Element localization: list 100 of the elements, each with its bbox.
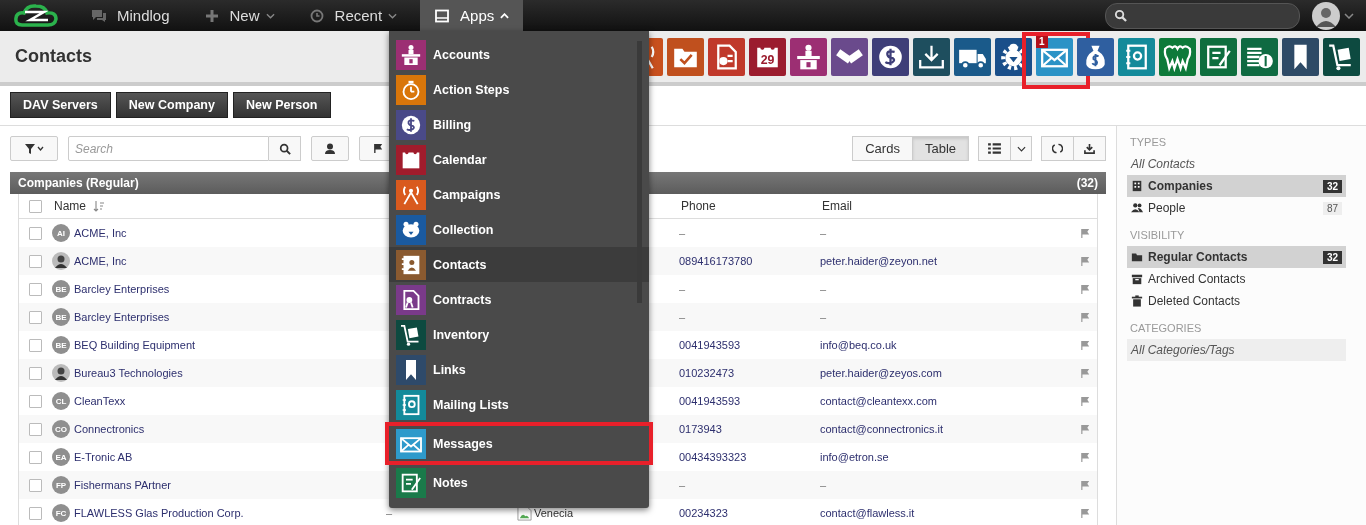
nav-item[interactable]: Mindlog — [80, 0, 181, 31]
folder-icon[interactable] — [667, 37, 704, 76]
sidebar-item[interactable]: All Categories/Tags — [1127, 339, 1346, 361]
nav-item[interactable]: Recent — [297, 0, 409, 31]
company-link[interactable]: FLAWLESS Glas Production Corp. — [74, 507, 244, 519]
flag-icon[interactable] — [1080, 423, 1091, 435]
column-header[interactable]: Email — [822, 199, 1065, 213]
menu-item[interactable]: Mailing Lists — [389, 387, 649, 422]
checkbox[interactable] — [29, 394, 42, 408]
dropdown-button[interactable] — [1010, 136, 1032, 161]
menu-item[interactable]: Accounts — [389, 37, 649, 72]
checkbox[interactable] — [29, 226, 42, 240]
action-button[interactable]: DAV Servers — [10, 92, 111, 118]
menu-item[interactable]: Action Steps — [389, 72, 649, 107]
company-link[interactable]: Fishermans PArtner — [74, 479, 171, 491]
initials-avatar: BE — [52, 308, 70, 326]
sidebar-item[interactable]: People 87 — [1127, 197, 1346, 219]
cart-icon[interactable] — [1323, 37, 1360, 76]
flag-icon[interactable] — [1080, 507, 1091, 519]
column-header[interactable]: Phone — [681, 199, 822, 213]
sidebar-item[interactable]: Archived Contacts — [1127, 268, 1346, 290]
column-header[interactable]: Name — [52, 199, 388, 213]
money-bag-icon[interactable] — [1077, 37, 1114, 76]
flag-icon[interactable] — [1080, 255, 1091, 267]
checkbox[interactable] — [29, 506, 42, 520]
menu-item[interactable]: Billing — [389, 107, 649, 142]
checkbox[interactable] — [29, 338, 42, 352]
bookmark-icon[interactable] — [1282, 37, 1319, 76]
table-cell-text: contact@flawless.it — [820, 507, 916, 519]
document-icon[interactable] — [708, 37, 745, 76]
checkbox[interactable] — [29, 199, 42, 213]
menu-item[interactable]: Collection — [389, 212, 649, 247]
checkbox[interactable] — [29, 478, 42, 492]
company-link[interactable]: BEQ Building Equipment — [74, 339, 196, 351]
caret-icon[interactable] — [1344, 12, 1354, 19]
flag-icon[interactable] — [1080, 479, 1091, 491]
view-tab[interactable]: Table — [911, 136, 969, 161]
company-link[interactable]: ACME, Inc — [74, 255, 127, 267]
company-link[interactable]: CleanTexx — [74, 395, 126, 407]
sidebar-item[interactable]: All Contacts — [1127, 153, 1346, 175]
coin-icon[interactable] — [872, 37, 909, 76]
logo-icon[interactable] — [14, 2, 58, 29]
table-count: (32) — [1076, 176, 1098, 190]
checkbox[interactable] — [29, 422, 42, 436]
company-link[interactable]: Barcley Enterprises — [74, 283, 170, 295]
action-button[interactable]: New Person — [232, 92, 331, 118]
flag-icon[interactable] — [1080, 395, 1091, 407]
search-button[interactable] — [269, 136, 301, 161]
coins-icon[interactable] — [1241, 37, 1278, 76]
nav-item[interactable]: New — [192, 0, 286, 31]
download-icon[interactable] — [913, 37, 950, 76]
calendar-icon[interactable]: 29 — [749, 37, 786, 76]
checkbox[interactable] — [29, 310, 42, 324]
action-button[interactable]: New Company — [115, 92, 228, 118]
flag-icon[interactable] — [1080, 311, 1091, 323]
company-link[interactable]: Connectronics — [74, 423, 145, 435]
nav-item[interactable]: Apps — [420, 0, 524, 31]
view-tab[interactable]: Cards — [852, 136, 913, 161]
menu-item[interactable]: Notes — [389, 465, 649, 500]
checkbox[interactable] — [29, 282, 42, 296]
flag-icon[interactable] — [1080, 339, 1091, 351]
person-button[interactable] — [311, 136, 349, 161]
list-view-button[interactable] — [978, 136, 1011, 161]
checkbox[interactable] — [29, 450, 42, 464]
sidebar-item[interactable]: Regular Contacts 32 — [1127, 246, 1346, 268]
table-cell-text: 0041943593 — [679, 395, 742, 407]
table-cell-text: 089416173780 — [679, 255, 754, 267]
menu-item[interactable]: Contracts — [389, 282, 649, 317]
flag-icon[interactable] — [1080, 227, 1091, 239]
avatar-icon[interactable] — [1312, 1, 1340, 30]
sidebar-item[interactable]: Deleted Contacts — [1127, 290, 1346, 312]
menu-item[interactable]: Campaigns — [389, 177, 649, 212]
menu-item[interactable]: Contacts — [389, 247, 649, 282]
menu-item[interactable]: Calendar — [389, 142, 649, 177]
menu-item[interactable]: Inventory — [389, 317, 649, 352]
download-button[interactable] — [1073, 136, 1106, 161]
company-link[interactable]: Barcley Enterprises — [74, 311, 170, 323]
company-link[interactable]: ACME, Inc — [74, 227, 127, 239]
search-field[interactable] — [1105, 2, 1300, 29]
checkbox[interactable] — [29, 254, 42, 268]
menu-item[interactable]: Messages — [385, 422, 653, 465]
desk-icon[interactable] — [790, 37, 827, 76]
tooth-icon[interactable] — [1159, 37, 1196, 76]
note-icon[interactable] — [1200, 37, 1237, 76]
refresh-button[interactable] — [1041, 136, 1074, 161]
truck-icon[interactable] — [954, 37, 991, 76]
envelope-icon[interactable] — [1036, 37, 1073, 76]
checkbox[interactable] — [29, 366, 42, 380]
sidebar-item[interactable]: Companies 32 — [1127, 175, 1346, 197]
refresh-icon — [1052, 143, 1063, 154]
flag-icon[interactable] — [1080, 283, 1091, 295]
menu-item[interactable]: Links — [389, 352, 649, 387]
download-icon — [1084, 143, 1095, 154]
flag-icon[interactable] — [1080, 451, 1091, 463]
flag-icon[interactable] — [1080, 367, 1091, 379]
filter-button[interactable] — [10, 136, 58, 161]
company-link[interactable]: E-Tronic AB — [74, 451, 133, 463]
notebook-icon[interactable] — [1118, 37, 1155, 76]
sort-icon[interactable] — [93, 200, 105, 212]
company-link[interactable]: Bureau3 Technologies — [74, 367, 183, 379]
